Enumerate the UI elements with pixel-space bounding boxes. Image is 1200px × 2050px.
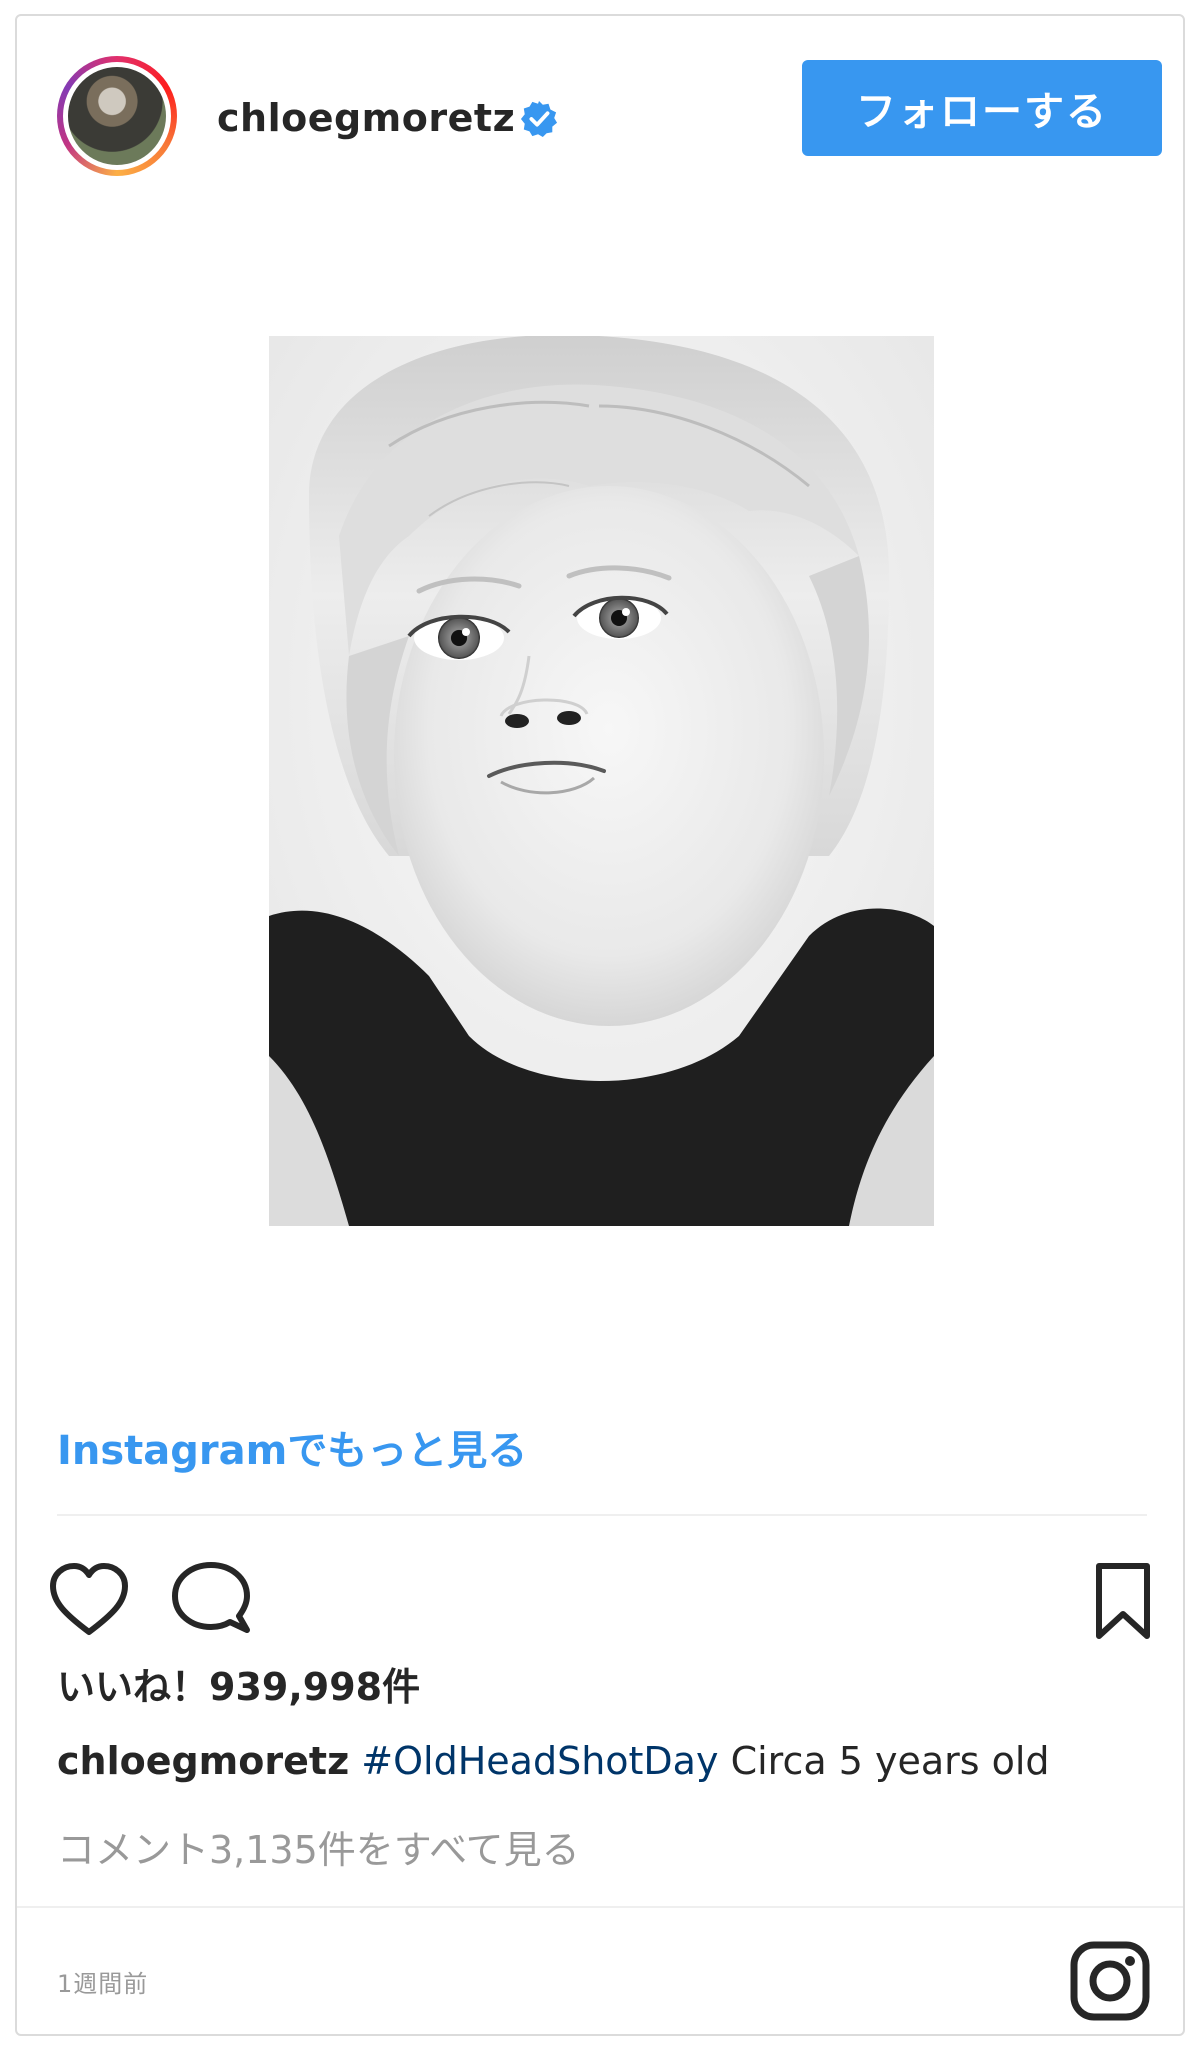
avatar-frame — [63, 62, 171, 170]
footer-divider — [17, 1906, 1183, 1908]
post-header: chloegmoretz フォローする — [17, 16, 1183, 206]
post-photo[interactable] — [269, 336, 934, 1226]
divider — [57, 1514, 1147, 1516]
follow-button[interactable]: フォローする — [802, 60, 1162, 156]
instagram-embed-card: chloegmoretz フォローする Instagramでもっと見る いいね！… — [15, 14, 1185, 2036]
view-all-comments-link[interactable]: コメント3,135件をすべて見る — [57, 1819, 580, 1874]
instagram-logo-icon[interactable] — [1067, 1938, 1153, 2024]
post-timestamp[interactable]: 1週間前 — [57, 1964, 148, 1999]
caption-hashtag[interactable]: #OldHeadShotDay — [361, 1739, 718, 1783]
avatar[interactable] — [57, 56, 177, 176]
username-link[interactable]: chloegmoretz — [217, 96, 515, 140]
comment-button[interactable] — [167, 1556, 255, 1644]
save-button[interactable] — [1079, 1556, 1167, 1644]
view-more-on-instagram-link[interactable]: Instagramでもっと見る — [57, 1418, 527, 1476]
caption-username[interactable]: chloegmoretz — [57, 1739, 349, 1783]
like-count: いいね！939,998件 — [57, 1665, 421, 1709]
heart-icon — [50, 1563, 128, 1635]
avatar-image — [68, 67, 166, 165]
like-button[interactable] — [45, 1556, 133, 1644]
caption-text: Circa 5 years old — [730, 1739, 1050, 1783]
post-caption: chloegmoretz #OldHeadShotDay Circa 5 yea… — [57, 1739, 1050, 1783]
child-headshot-image — [269, 336, 934, 1226]
verified-badge-icon — [520, 100, 558, 138]
comment-icon — [172, 1562, 250, 1633]
bookmark-icon — [1096, 1563, 1150, 1639]
